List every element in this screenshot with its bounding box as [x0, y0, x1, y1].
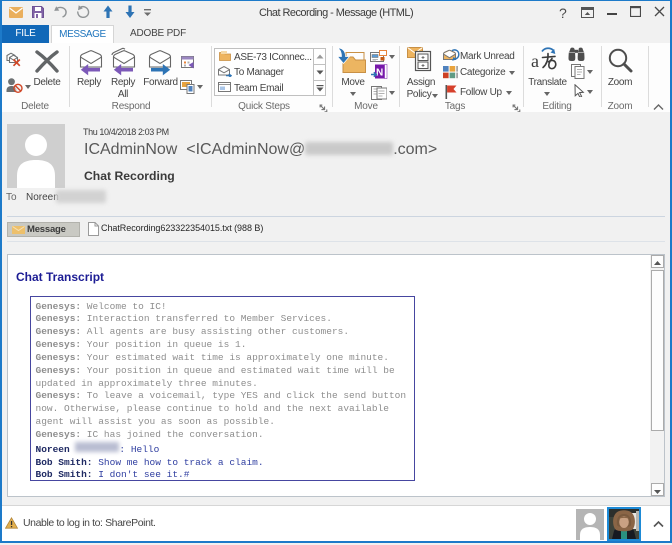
svg-text:N: N	[376, 68, 383, 79]
svg-text:a: a	[531, 51, 539, 71]
